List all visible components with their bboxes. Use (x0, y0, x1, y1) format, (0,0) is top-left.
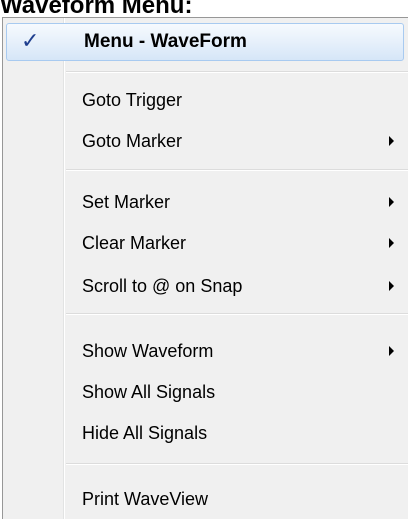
menu-item-show-all-signals[interactable]: Show All Signals (6, 375, 404, 409)
menu-item-label: Show Waveform (82, 341, 214, 361)
menu-separator (66, 463, 408, 465)
menu-item-goto-trigger[interactable]: Goto Trigger (6, 83, 404, 117)
menu-item-label: Print WaveView (82, 489, 209, 509)
submenu-arrow-icon (389, 238, 394, 248)
context-menu: ✓ Menu - WaveForm Goto Trigger Goto Mark… (2, 17, 408, 519)
menu-item-label: Scroll to @ on Snap (82, 276, 243, 296)
menu-item-print-waveview[interactable]: Print WaveView (6, 482, 404, 516)
menu-item-scroll-to-snap[interactable]: Scroll to @ on Snap (6, 269, 404, 303)
menu-separator (66, 71, 408, 73)
submenu-arrow-icon (389, 197, 394, 207)
menu-item-label: Show All Signals (82, 382, 216, 402)
page: Waveform Menu: ✓ Menu - WaveForm Goto Tr… (0, 0, 408, 519)
menu-item-label: Hide All Signals (82, 423, 208, 443)
submenu-arrow-icon (389, 136, 394, 146)
menu-header-item[interactable]: ✓ Menu - WaveForm (6, 23, 404, 61)
menu-item-clear-marker[interactable]: Clear Marker (6, 226, 404, 260)
submenu-arrow-icon (389, 281, 394, 291)
menu-item-set-marker[interactable]: Set Marker (6, 185, 404, 219)
menu-separator (66, 313, 408, 315)
menu-item-hide-all-signals[interactable]: Hide All Signals (6, 416, 404, 450)
menu-item-label: Clear Marker (82, 233, 187, 253)
check-icon: ✓ (21, 29, 40, 54)
menu-item-goto-marker[interactable]: Goto Marker (6, 124, 404, 158)
menu-item-show-waveform[interactable]: Show Waveform (6, 334, 404, 368)
submenu-arrow-icon (389, 346, 394, 356)
menu-header-label: Menu - WaveForm (84, 31, 247, 52)
menu-item-label: Goto Marker (82, 131, 183, 151)
menu-separator (66, 169, 408, 171)
menu-item-label: Set Marker (82, 192, 171, 212)
menu-item-label: Goto Trigger (82, 90, 183, 110)
